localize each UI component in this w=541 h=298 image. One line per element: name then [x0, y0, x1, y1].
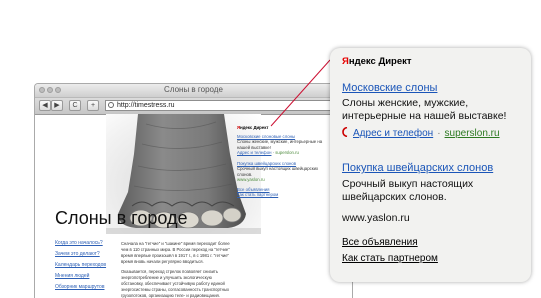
- become-partner-link[interactable]: Как стать партнером: [342, 253, 438, 264]
- phone-icon: [342, 127, 348, 137]
- ad1-contacts-link[interactable]: Адрес и телефон: [353, 128, 433, 139]
- ad1-text: Слоны женские, мужские, интерьерные на н…: [342, 97, 507, 122]
- ad2-text: Срочный выкуп настоящих швейцарских слон…: [342, 178, 474, 203]
- ad1-separator: ·: [437, 128, 441, 139]
- ad1-url-link[interactable]: superslon.ru: [445, 128, 500, 139]
- yandex-direct-callout: Яндекс Директ Московские слоны Слоны жен…: [330, 48, 531, 282]
- yandex-direct-logo: Яндекс Директ: [342, 56, 412, 67]
- ad1-title-link[interactable]: Московские слоны: [342, 82, 437, 94]
- all-ads-link[interactable]: Все объявления: [342, 237, 418, 248]
- ad1-contact-row: Адрес и телефон · superslon.ru: [342, 127, 500, 139]
- ad2-title-link[interactable]: Покупка швейцарских слонов: [342, 162, 493, 174]
- ad2-url[interactable]: www.yaslon.ru: [342, 212, 410, 224]
